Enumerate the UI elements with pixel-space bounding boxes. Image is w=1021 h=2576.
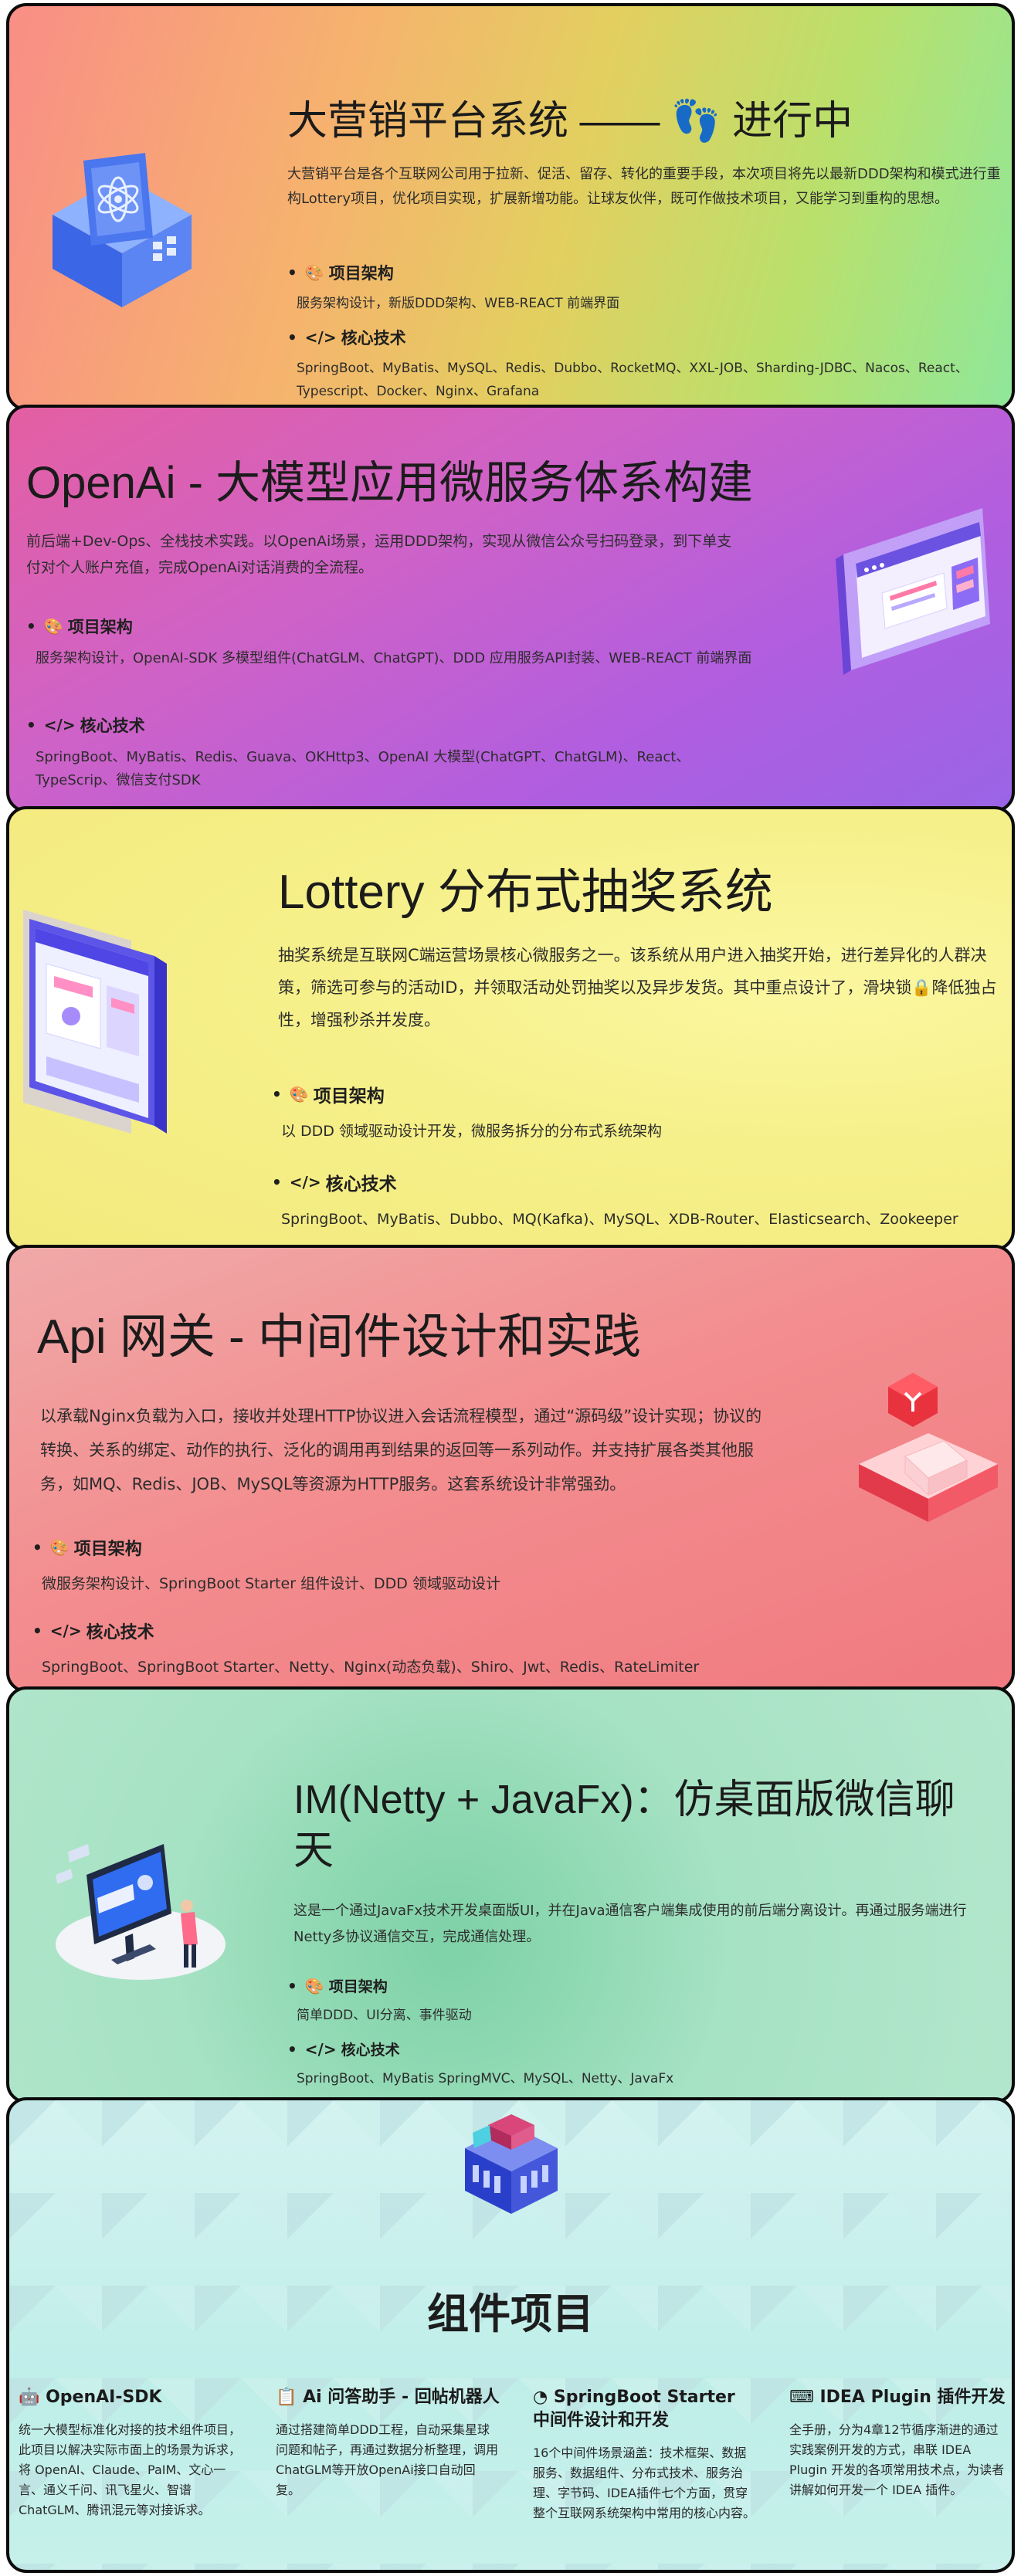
pie-chart-icon: ◔ xyxy=(533,2388,548,2407)
tech-text: SpringBoot、MyBatis、Redis、Guava、OKHttp3、O… xyxy=(36,749,690,788)
architecture-label: 项目架构 xyxy=(328,1978,388,1995)
project-description: 抽奖系统是互联网C端运营场景核心微服务之一。该系统从用户进入抽奖开始，进行差异化… xyxy=(278,946,997,1029)
project-card-marketing[interactable]: 大营销平台系统 —— 👣 进行中 大营销平台是各个互联网公司用于拉新、促活、留存… xyxy=(6,3,1015,411)
palette-icon: 🎨 xyxy=(43,617,63,636)
project-title: Lottery 分布式抽奖系统 xyxy=(278,866,773,919)
chat-desktop-illustration xyxy=(56,1844,226,1980)
bullet-icon: • xyxy=(32,1622,42,1640)
project-card-lottery[interactable]: Lottery 分布式抽奖系统 抽奖系统是互联网C端运营场景核心微服务之一。该系… xyxy=(6,806,1015,1251)
robot-icon: 🤖 xyxy=(19,2388,40,2407)
architecture-label: 项目架构 xyxy=(328,264,394,283)
terminal-icon: ⌨ xyxy=(789,2388,814,2407)
architecture-text: 微服务架构设计、SpringBoot Starter 组件设计、DDD 领域驱动… xyxy=(42,1575,500,1592)
code-icon: </> xyxy=(289,1173,321,1191)
tech-section: • </> 核心技术 SpringBoot、MyBatis、Redis、Guava、… xyxy=(26,713,752,792)
component-ai-assistant[interactable]: 📋 Ai 问答助手 - 回帖机器人 通过搭建简单DDD工程，自动采集星球问题和帖… xyxy=(276,2386,500,2500)
lottery-app-illustration xyxy=(23,910,167,1134)
project-card-openai[interactable]: OpenAi - 大模型应用微服务体系构建 前后端+Dev-Ops、全栈技术实践… xyxy=(6,405,1015,812)
architecture-label: 项目架构 xyxy=(67,618,133,636)
server-blocks-illustration xyxy=(465,2114,558,2214)
react-cube-illustration xyxy=(53,153,192,307)
tech-label: 核心技术 xyxy=(325,1174,397,1195)
clipboard-icon: 📋 xyxy=(276,2388,297,2407)
component-springboot-starter[interactable]: ◔ SpringBoot Starter 中间件设计和开发 16个中间件场景涵盖… xyxy=(533,2386,757,2523)
component-description: 全手册，分为4章12节循序渐进的通过实践案例开发的方式，串联 IDEA Plug… xyxy=(789,2422,1005,2497)
tech-section: • </> 核心技术 SpringBoot、MyBatis、Dubbo、MQ(Kaf… xyxy=(272,1169,1006,1231)
component-description: 统一大模型标准化对接的技术组件项目，此项目以解决实际市面上的场景为诉求，将 Op… xyxy=(19,2422,242,2517)
tech-section: • </> 核心技术 SpringBoot、MyBatis、MySQL、Redis、… xyxy=(287,326,1006,403)
tech-text: SpringBoot、SpringBoot Starter、Netty、Ngin… xyxy=(42,1659,700,1676)
code-icon: </> xyxy=(304,2039,337,2059)
tech-text: SpringBoot、MyBatis SpringMVC、MySQL、Netty… xyxy=(297,2071,674,2086)
tech-text: SpringBoot、MyBatis、MySQL、Redis、Dubbo、Roc… xyxy=(297,361,968,399)
architecture-label: 项目架构 xyxy=(73,1540,142,1559)
bullet-icon: • xyxy=(26,617,36,636)
component-title: IDEA Plugin 插件开发 xyxy=(819,2388,1006,2407)
tech-label: 核心技术 xyxy=(80,717,145,735)
component-title: OpenAI-SDK xyxy=(46,2388,162,2407)
component-title: SpringBoot Starter 中间件设计和开发 xyxy=(533,2388,735,2430)
architecture-text: 简单DDD、UI分离、事件驱动 xyxy=(297,2008,472,2023)
architecture-section: • 🎨 项目架构 简单DDD、UI分离、事件驱动 xyxy=(287,1975,998,2027)
project-title: Api 网关 - 中间件设计和实践 xyxy=(37,1310,641,1364)
tech-text: SpringBoot、MyBatis、Dubbo、MQ(Kafka)、MySQL… xyxy=(281,1211,958,1228)
bullet-icon: • xyxy=(287,263,297,282)
tech-section: • </> 核心技术 SpringBoot、SpringBoot Starter、N… xyxy=(32,1618,789,1679)
architecture-section: • 🎨 项目架构 以 DDD 领域驱动设计开发，微服务拆分的分布式系统架构 xyxy=(272,1081,1006,1143)
bullet-icon: • xyxy=(287,2039,297,2059)
bullet-icon: • xyxy=(32,1538,42,1557)
bullet-icon: • xyxy=(287,1976,297,1995)
palette-icon: 🎨 xyxy=(304,1976,324,1995)
components-title: 组件项目 xyxy=(427,2291,594,2337)
bullet-icon: • xyxy=(272,1085,282,1103)
component-description: 通过搭建简单DDD工程，自动采集星球问题和帖子，再通过数据分析整理，调用Chat… xyxy=(276,2422,499,2497)
palette-icon: 🎨 xyxy=(49,1538,70,1557)
bullet-icon: • xyxy=(272,1173,282,1191)
tech-label: 核心技术 xyxy=(341,2042,400,2059)
code-icon: </> xyxy=(304,328,337,347)
project-title: OpenAi - 大模型应用微服务体系构建 xyxy=(26,458,754,508)
component-description: 16个中间件场景涵盖：技术框架、数据服务、数据组件、分布式技术、服务治理、字节码… xyxy=(533,2446,756,2520)
architecture-text: 以 DDD 领域驱动设计开发，微服务拆分的分布式系统架构 xyxy=(281,1123,662,1140)
dashboard-window-illustration xyxy=(836,508,990,675)
tech-label: 核心技术 xyxy=(86,1623,154,1642)
bullet-icon: • xyxy=(287,328,297,347)
architecture-section: • 🎨 项目架构 服务架构设计，新版DDD架构、WEB-REACT 前端界面 xyxy=(287,261,1006,315)
project-card-im[interactable]: IM(Netty + JavaFx)：仿桌面版微信聊天 这是一个通过JavaFx… xyxy=(6,1686,1015,2103)
component-idea-plugin[interactable]: ⌨ IDEA Plugin 插件开发 全手册，分为4章12节循序渐进的通过实践案… xyxy=(789,2386,1009,2500)
components-card[interactable]: 组件项目 🤖 OpenAI-SDK 统一大模型标准化对接的技术组件项目，此项目以… xyxy=(6,2097,1015,2573)
gateway-cube-illustration xyxy=(859,1373,998,1522)
code-icon: </> xyxy=(49,1622,82,1640)
code-icon: </> xyxy=(43,716,76,734)
tech-section: • </> 核心技术 SpringBoot、MyBatis SpringMVC、My… xyxy=(287,2039,998,2090)
palette-icon: 🎨 xyxy=(289,1085,309,1103)
architecture-text: 服务架构设计，OpenAI-SDK 多模型组件(ChatGLM、ChatGPT)… xyxy=(36,650,752,666)
project-description: 大营销平台是各个互联网公司用于拉新、促活、留存、转化的重要手段，本次项目将先以最… xyxy=(287,166,1001,207)
project-title: 大营销平台系统 —— 👣 进行中 xyxy=(287,99,853,144)
tech-label: 核心技术 xyxy=(341,329,406,347)
project-description: 前后端+Dev-Ops、全栈技术实践。以OpenAi场景，运用DDD架构，实现从… xyxy=(26,533,732,576)
architecture-section: • 🎨 项目架构 微服务架构设计、SpringBoot Starter 组件设计、D… xyxy=(32,1535,789,1595)
architecture-label: 项目架构 xyxy=(313,1086,385,1107)
project-card-api-gateway[interactable]: Api 网关 - 中间件设计和实践 以承载Nginx负载为入口，接收并处理HTT… xyxy=(6,1245,1015,1693)
bullet-icon: • xyxy=(26,716,36,734)
architecture-section: • 🎨 项目架构 服务架构设计，OpenAI-SDK 多模型组件(ChatGLM、C… xyxy=(26,615,752,670)
architecture-text: 服务架构设计，新版DDD架构、WEB-REACT 前端界面 xyxy=(297,296,620,311)
component-openai-sdk[interactable]: 🤖 OpenAI-SDK 统一大模型标准化对接的技术组件项目，此项目以解决实际市… xyxy=(19,2386,243,2520)
project-description: 这是一个通过JavaFx技术开发桌面版UI，并在Java通信客户端集成使用的前后… xyxy=(293,1903,967,1945)
project-description: 以承载Nginx负载为入口，接收并处理HTTP协议进入会话流程模型，通过“源码级… xyxy=(40,1407,762,1493)
component-title: Ai 问答助手 - 回帖机器人 xyxy=(303,2388,500,2407)
project-title: IM(Netty + JavaFx)：仿桌面版微信聊天 xyxy=(293,1778,955,1873)
palette-icon: 🎨 xyxy=(304,263,324,282)
